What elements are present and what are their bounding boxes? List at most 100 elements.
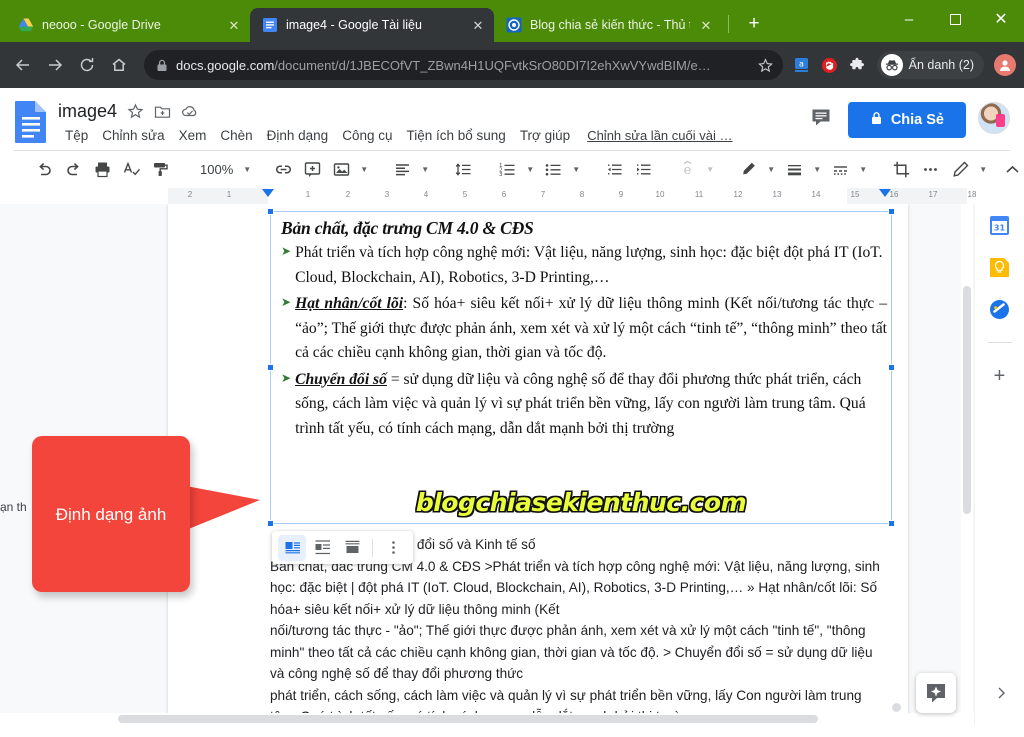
tab-close-icon[interactable]: ✕ [470,19,486,32]
resize-handle-top-left[interactable] [267,208,274,215]
browser-tab-drive[interactable]: neooo - Google Drive ✕ [6,8,250,42]
insert-image-icon[interactable] [327,156,355,184]
home-icon[interactable] [104,50,134,80]
horizontal-scrollbar[interactable] [0,713,974,725]
tab-close-icon[interactable]: ✕ [226,19,242,32]
image-border-color-icon[interactable] [734,156,762,184]
menu-item-edit[interactable]: Chỉnh sửa [95,125,171,146]
adblock-icon[interactable] [821,56,839,74]
zoom-selector[interactable]: 100% ▼ [190,162,253,177]
image-border-dash-icon[interactable] [826,156,854,184]
tab-strip: neooo - Google Drive ✕ image4 - Google T… [0,0,1024,42]
more-image-options-icon[interactable] [379,535,407,561]
menu-item-view[interactable]: Xem [172,125,214,146]
google-tasks-icon[interactable] [989,298,1011,320]
horizontal-scrollbar-thumb[interactable] [118,715,818,723]
maximize-button[interactable] [932,0,978,38]
chevron-right-icon[interactable] [994,686,1008,703]
back-arrow-icon[interactable] [8,50,38,80]
more-options-icon[interactable] [916,156,944,184]
new-tab-button[interactable]: + [739,9,769,39]
spellcheck-icon[interactable] [117,156,145,184]
break-text-icon[interactable] [308,535,336,561]
add-comment-icon[interactable] [298,156,326,184]
puzzle-extensions-icon[interactable] [849,56,867,74]
ruler[interactable]: 2 1 1 2 3 4 5 6 7 8 9 10 11 12 13 14 15 [0,188,1024,204]
reload-icon[interactable] [72,50,102,80]
increase-indent-icon[interactable] [629,156,657,184]
google-keep-icon[interactable] [989,256,1011,278]
chevron-down-icon[interactable]: ▼ [356,156,372,184]
resize-handle-top-right[interactable] [888,208,895,215]
align-icon[interactable] [388,156,416,184]
cloud-saved-icon[interactable] [181,103,199,120]
minimize-button[interactable]: – [886,0,932,38]
chevron-down-icon[interactable]: ▼ [702,156,718,184]
forward-arrow-icon[interactable] [40,50,70,80]
resize-handle-left[interactable] [267,363,274,371]
menu-item-help[interactable]: Trợ giúp [513,125,577,146]
share-button[interactable]: Chia Sẻ [847,102,966,138]
resize-handle-bottom-left[interactable] [267,520,274,527]
chevron-down-icon[interactable]: ▼ [809,156,825,184]
line-spacing-icon[interactable] [449,156,477,184]
image-border-weight-icon[interactable] [780,156,808,184]
chevron-down-icon[interactable]: ▼ [522,156,538,184]
decrease-indent-icon[interactable] [600,156,628,184]
editing-mode-icon[interactable] [946,156,974,184]
resize-handle-bottom-right[interactable] [888,520,895,527]
wrap-text-icon[interactable] [278,534,306,561]
move-to-folder-icon[interactable] [154,103,171,120]
print-icon[interactable] [88,156,116,184]
vertical-scrollbar-thumb[interactable] [963,286,971,514]
close-window-button[interactable]: ✕ [978,0,1024,38]
numbered-list-icon[interactable]: 123 [493,156,521,184]
insert-link-icon[interactable] [269,156,297,184]
chevron-down-icon[interactable]: ▼ [975,156,991,184]
status-dot [892,703,901,712]
left-indent-marker[interactable] [262,189,274,197]
explore-button[interactable] [916,673,956,713]
paint-format-icon[interactable] [146,156,174,184]
star-icon[interactable] [127,103,144,120]
redo-icon[interactable] [59,156,87,184]
undo-icon[interactable] [30,156,58,184]
last-edit-link[interactable]: Chỉnh sửa lần cuối vài … [587,128,732,143]
browser-tab-docs[interactable]: image4 - Google Tài liệu ✕ [250,8,494,42]
menu-item-tools[interactable]: Công cụ [335,125,399,146]
crop-image-icon[interactable] [887,156,915,184]
hide-menus-icon[interactable] [998,156,1024,184]
google-docs-logo[interactable] [14,100,54,150]
chevron-down-icon[interactable]: ▼ [417,156,433,184]
chevron-down-icon[interactable]: ▼ [763,156,779,184]
browser-tab-blog[interactable]: Blog chia sẻ kiến thức - Thủ thuậ ✕ [494,8,722,42]
star-icon[interactable] [757,57,773,73]
amazon-assistant-icon[interactable]: a [793,56,811,74]
vertical-scrollbar[interactable] [961,204,973,725]
tab-close-icon[interactable]: ✕ [698,19,714,32]
page-title[interactable]: image4 [58,101,117,122]
menu-item-insert[interactable]: Chèn [213,125,259,146]
add-addon-button[interactable]: + [994,365,1006,388]
bulleted-list-icon[interactable] [539,156,567,184]
menu-item-format[interactable]: Định dạng [260,125,336,146]
avatar[interactable] [978,102,1010,134]
chevron-down-icon[interactable]: ▼ [855,156,871,184]
chevron-down-icon[interactable]: ▼ [568,156,584,184]
embedded-image[interactable]: Bản chất, đặc trưng CM 4.0 & CĐS ➤ Phát … [267,208,895,527]
doc-paragraph: Ban chat, dac trung CM 4.0 & CĐS >Phát t… [270,558,880,617]
menu-item-addons[interactable]: Tiện ích bổ sung [400,125,513,146]
right-indent-marker[interactable] [879,189,891,197]
ruler-tick: 2 [187,190,193,199]
comment-history-icon[interactable] [806,102,836,132]
incognito-indicator[interactable]: Ẩn danh (2) [876,51,984,79]
address-bar[interactable]: docs.google.com/document/d/1JBECOfVT_ZBw… [144,50,783,80]
document-page[interactable]: Bản chất, đặc trưng CM 4.0 & CĐS ➤ Phát … [168,204,908,725]
menu-item-file[interactable]: Tệp [58,125,95,146]
clear-formatting-icon[interactable]: e [673,156,701,184]
profile-avatar[interactable] [994,54,1016,76]
in-line-icon[interactable] [338,535,366,561]
resize-handle-right[interactable] [888,363,895,371]
image-options-toolbar[interactable] [272,531,413,564]
google-calendar-icon[interactable]: 31 [989,214,1011,236]
